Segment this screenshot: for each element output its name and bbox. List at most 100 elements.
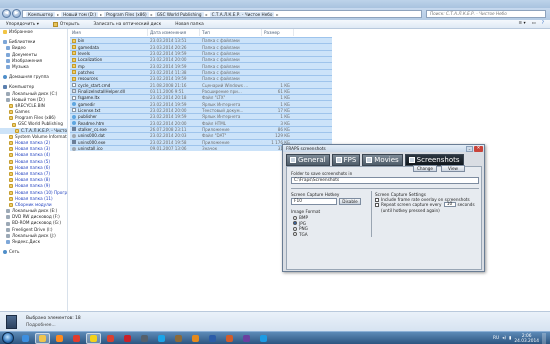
forward-button[interactable]: ▶ — [12, 9, 21, 18]
repeat-capture-option[interactable]: Repeat screen capture every 10 seconds — [375, 202, 475, 208]
file-date: 03.11.2006 9:51 — [150, 88, 184, 94]
section-divider — [291, 188, 479, 189]
column-name[interactable]: Имя — [70, 29, 148, 36]
file-row[interactable]: cycle_start.cmd 21.08.2008 21:16 Сценарий … — [70, 81, 332, 88]
taskbar-button[interactable] — [86, 332, 101, 344]
taskbar-button[interactable] — [120, 333, 135, 344]
format-option-tga[interactable]: TGA — [293, 232, 308, 238]
folder-icon — [39, 334, 46, 342]
network-icon[interactable]: ▮ — [509, 336, 511, 341]
radio-button[interactable] — [293, 221, 297, 226]
file-type: Папка с файлами — [202, 76, 240, 82]
radio-button[interactable] — [293, 226, 297, 231]
breadcrumb-separator-icon[interactable]: ▸ — [151, 12, 153, 17]
organize-button[interactable]: Упорядочить ▾ — [6, 22, 39, 27]
tab-movies[interactable]: Movies — [362, 154, 403, 166]
file-name-cell: uninstall.ico — [70, 146, 148, 151]
new-folder-button[interactable]: Новая папка — [175, 22, 203, 27]
file-row[interactable]: Readme.htm 23.02.2014 20:00 Файл HTML 3 КБ — [70, 119, 332, 126]
breadcrumb-separator-icon[interactable]: ▸ — [100, 12, 102, 17]
taskbar-button[interactable] — [256, 333, 271, 344]
folder-path-field[interactable]: C:\Fraps\Screenshots — [291, 177, 479, 184]
repeat-seconds-field[interactable]: 10 — [443, 202, 456, 208]
hotkey-field[interactable]: F10 — [291, 198, 337, 205]
network-icon — [3, 75, 7, 80]
file-row[interactable]: License.txt 23.02.2014 20:00 Текстовый док… — [70, 106, 332, 114]
file-row[interactable]: gamedir 23.02.2014 19:59 Ярлык Интернета 1 … — [70, 100, 332, 107]
back-button[interactable]: ◀ — [2, 9, 11, 18]
explorer-title-bar[interactable] — [0, 0, 550, 8]
tab-fps[interactable]: FPS — [331, 154, 361, 166]
column-date[interactable]: Дата изменения — [148, 29, 200, 36]
format-option-bmp[interactable]: BMP — [293, 215, 308, 221]
media-player-icon — [56, 334, 63, 342]
address-bar[interactable]: Компьютер ▸ Новый том (D:) ▸ Program Files (… — [22, 10, 422, 18]
nav-item-label: Сеть — [9, 249, 20, 255]
nav-item-label: Музыка — [12, 63, 29, 69]
taskbar-button[interactable] — [137, 333, 152, 344]
nav-item-label: Избранное — [9, 29, 33, 34]
column-size[interactable]: Размер — [262, 29, 294, 36]
file-name: bin — [78, 38, 85, 44]
taskbar-button[interactable] — [69, 333, 84, 344]
more-details-link[interactable]: Подробнее... — [26, 323, 56, 328]
column-type[interactable]: Тип — [200, 29, 262, 36]
language-indicator[interactable]: RU — [493, 336, 499, 341]
fraps-title-bar[interactable]: FRAPS screenshots — [283, 145, 484, 152]
breadcrumb-separator-icon[interactable]: ▸ — [57, 12, 59, 17]
file-row[interactable]: FinalizeInstallHelper.dll 03.11.2006 9:51… — [70, 87, 332, 95]
taskbar-button[interactable] — [35, 332, 50, 344]
start-button[interactable] — [2, 332, 14, 344]
taskbar-button[interactable] — [239, 333, 254, 344]
radio-button[interactable] — [293, 215, 297, 220]
file-row[interactable]: unins000.dat 23.02.2014 20:03 Файл "DAT" 12… — [70, 132, 332, 139]
taskbar-button[interactable] — [222, 333, 237, 344]
drive-icon — [6, 91, 10, 96]
change-folder-button[interactable]: Change — [413, 165, 437, 172]
format-label: JPG — [299, 220, 307, 226]
file-type: Папка с файлами — [202, 44, 240, 50]
drive-icon — [6, 221, 10, 226]
file-row[interactable]: publisher 23.02.2014 19:59 Ярлык Интернета… — [70, 113, 332, 120]
view-folder-button[interactable]: View — [441, 165, 465, 172]
format-option-png[interactable]: PNG — [293, 226, 308, 232]
breadcrumb-item[interactable]: Program Files (x86) — [104, 11, 149, 17]
open-button[interactable]: Открыть — [52, 21, 80, 27]
preview-pane-icon[interactable]: ▭ — [532, 21, 536, 26]
taskbar-button[interactable] — [188, 333, 203, 344]
taskbar-button[interactable] — [171, 333, 186, 344]
close-button[interactable]: ✕ — [474, 145, 483, 152]
tab-general[interactable]: General — [286, 154, 330, 166]
breadcrumb-item[interactable]: С.Т.А.Л.К.Е.Р. - Чистое Небо — [209, 11, 275, 17]
file-row[interactable]: fsgame.ltx 23.02.2014 20:18 Файл "LTX" 1 КБ — [70, 94, 332, 101]
breadcrumb-item[interactable]: Новый том (D:) — [61, 11, 99, 17]
file-date: 23.02.2014 19:59 — [150, 101, 187, 107]
folder-icon — [72, 45, 76, 50]
file-name-cell: bin — [70, 38, 148, 43]
show-desktop-button[interactable] — [542, 333, 546, 344]
breadcrumb-item[interactable]: Компьютер — [26, 11, 56, 17]
file-name: uninstall.ico — [78, 146, 103, 152]
taskbar-button[interactable] — [154, 333, 169, 344]
search-input[interactable]: Поиск: С.Т.А.Л.К.Е.Р. - Чистое Небо — [426, 10, 546, 18]
breadcrumb-separator-icon[interactable]: ▸ — [206, 12, 208, 17]
folder-icon — [9, 134, 13, 139]
taskbar-button[interactable] — [52, 333, 67, 344]
file-date: 23.02.2014 19:59 — [150, 50, 187, 56]
volume-icon[interactable]: ◂) — [502, 336, 506, 341]
taskbar-button[interactable] — [18, 333, 33, 344]
file-row[interactable]: stalker_cs.exe 26.07.2008 23:11 Приложение… — [70, 125, 332, 133]
minimize-button[interactable]: – — [466, 145, 473, 152]
taskbar-button[interactable] — [103, 333, 118, 344]
taskbar-button[interactable] — [205, 333, 220, 344]
view-options-button[interactable]: ≡ ▾ — [519, 21, 526, 26]
clock[interactable]: 2:06 24.03.2014 — [514, 334, 539, 344]
burn-button[interactable]: Записать на оптический диск — [94, 22, 162, 27]
breadcrumb-item[interactable]: GSC World Publishing — [154, 11, 204, 17]
radio-button[interactable] — [293, 232, 297, 237]
help-icon[interactable]: ? — [542, 21, 544, 26]
nav-item[interactable]: Сеть — [0, 249, 67, 255]
repeat-capture-checkbox[interactable] — [375, 202, 379, 207]
breadcrumb-separator-icon[interactable]: ▸ — [276, 12, 278, 17]
disable-hotkey-button[interactable]: Disable — [339, 198, 361, 205]
